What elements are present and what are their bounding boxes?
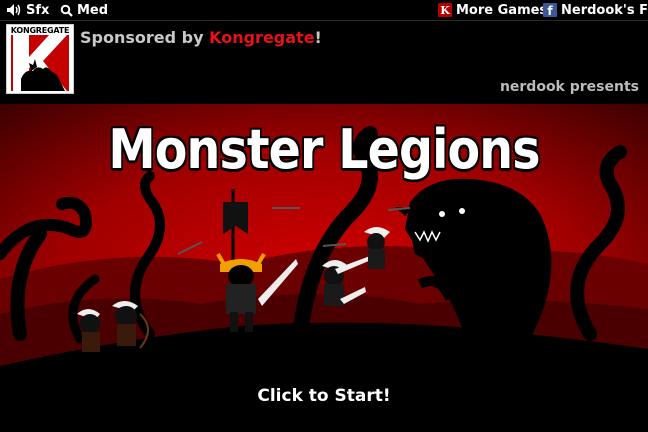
sfx-toggle[interactable]: Sfx (6, 1, 49, 19)
start-button[interactable]: Click to Start! (0, 386, 648, 406)
kongregate-logo-graphic (11, 35, 69, 91)
facebook-label: Nerdook's FB (561, 2, 648, 18)
sponsor-prefix: Sponsored by (80, 28, 210, 47)
facebook-icon: f (543, 3, 557, 17)
quality-label: Med (77, 2, 109, 18)
more-games-link[interactable]: K More Games! (438, 1, 553, 19)
presents-credit: nerdook presents (499, 79, 639, 95)
sponsor-line: Sponsored by Kongregate! (80, 28, 322, 47)
speaker-icon (6, 3, 22, 17)
sponsor-brand-link[interactable]: Kongregate (209, 28, 314, 47)
game-frame: Sfx Med K More Games! f Nerdook's FB KON… (0, 0, 648, 432)
magnifier-icon (60, 4, 73, 17)
sponsor-suffix: ! (314, 28, 322, 47)
quality-toggle[interactable]: Med (60, 1, 108, 19)
kongregate-k-icon: K (438, 3, 452, 17)
more-games-label: More Games! (456, 2, 554, 18)
logo-text: KONGREGATE (10, 26, 70, 35)
sfx-label: Sfx (26, 2, 50, 18)
kongregate-logo[interactable]: KONGREGATE (6, 24, 74, 94)
facebook-link[interactable]: f Nerdook's FB (543, 1, 648, 19)
top-bar: Sfx Med K More Games! f Nerdook's FB (0, 0, 648, 21)
game-title: Monster Legions (108, 118, 540, 181)
